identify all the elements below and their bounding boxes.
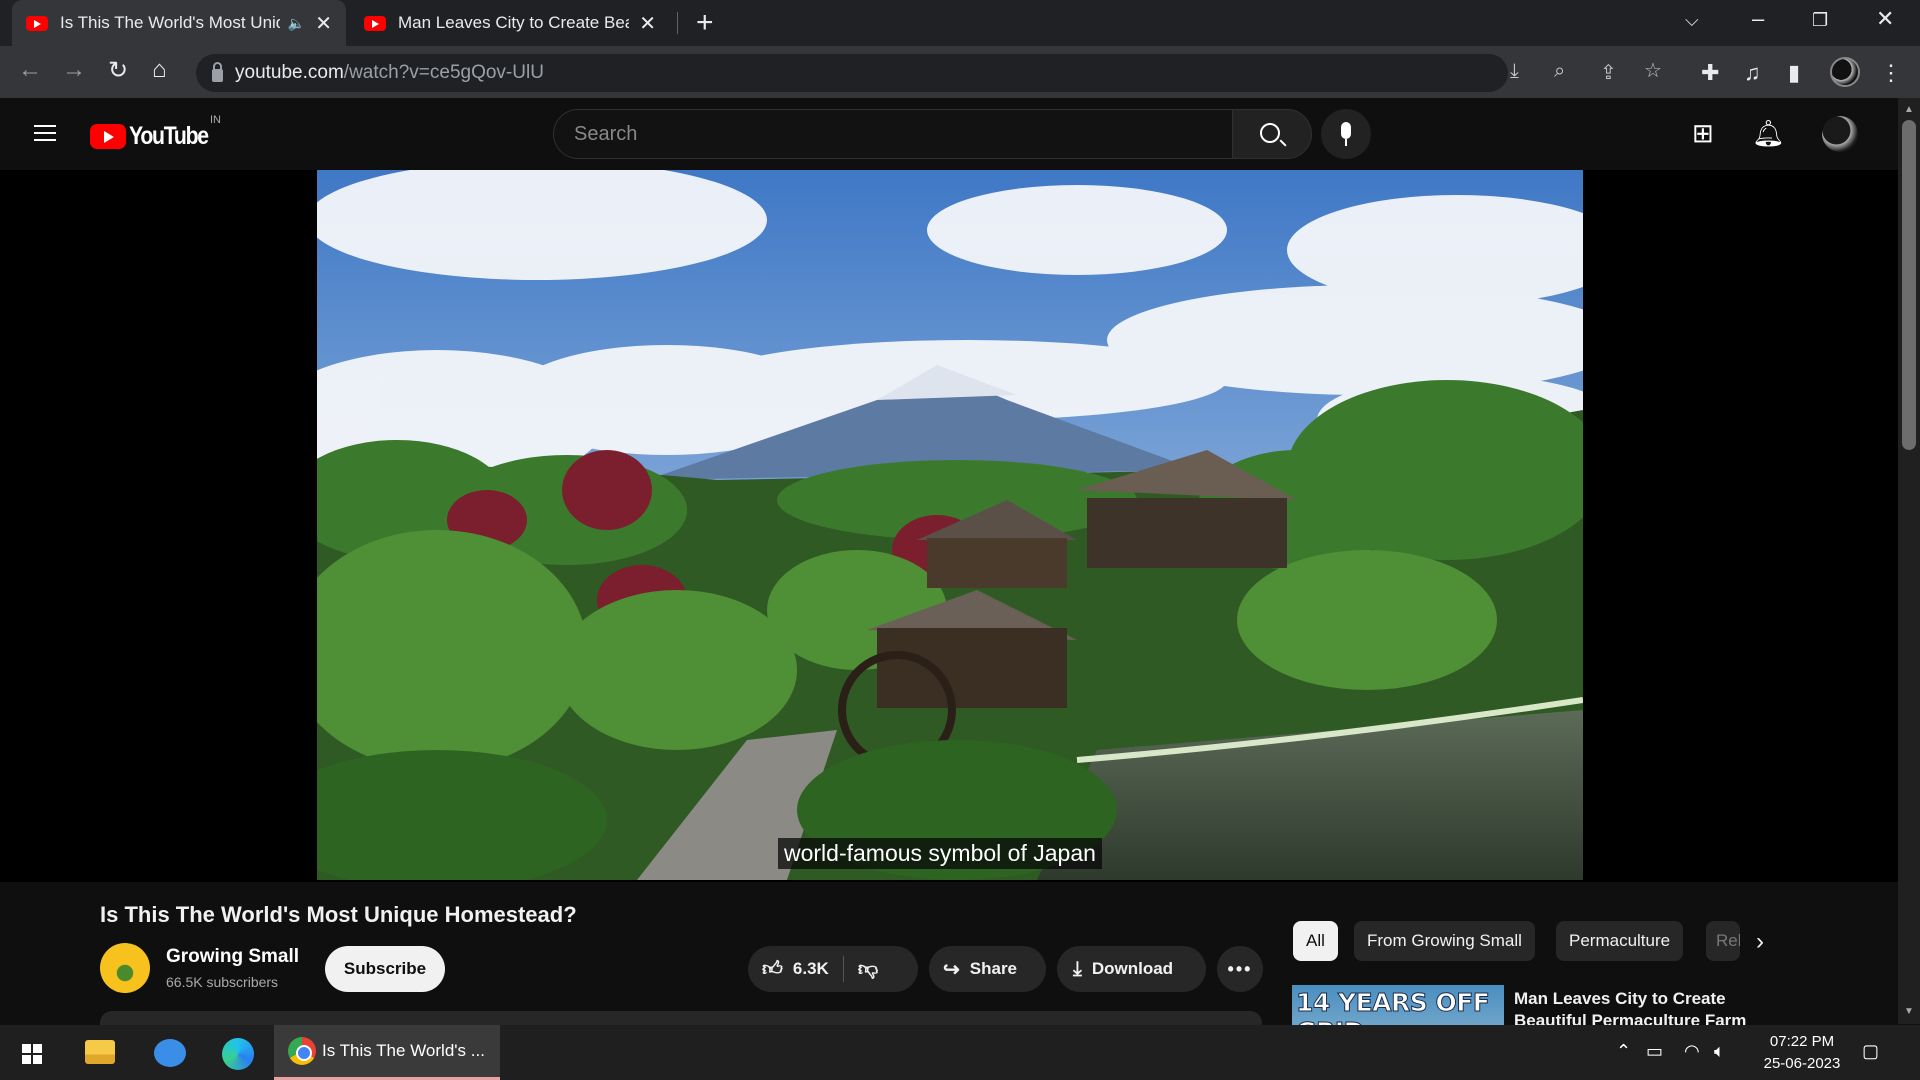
like-separator — [842, 956, 844, 982]
browser-menu-icon[interactable]: ⋮ — [1880, 60, 1902, 86]
channel-name[interactable]: Growing Small — [166, 946, 299, 968]
tab-inactive[interactable]: Man Leaves City to Create Beautiful Perm… — [350, 0, 670, 46]
tab-active[interactable]: Is This The World's Most Unique Homestea… — [12, 0, 346, 46]
browser-profile-avatar[interactable] — [1830, 57, 1860, 87]
mail-app-icon[interactable] — [154, 1039, 186, 1067]
scroll-up-icon[interactable]: ▲ — [1904, 104, 1914, 115]
tab-title: Is This The World's Most Unique Homestea… — [60, 13, 280, 32]
more-actions-icon[interactable]: ••• — [1217, 946, 1263, 992]
share-button[interactable]: ↪ Share — [929, 946, 1046, 992]
chip-permaculture[interactable]: Permaculture — [1556, 921, 1684, 961]
address-bar[interactable]: youtube.com/watch?v=ce5gQov-UlU — [196, 54, 1508, 92]
lock-icon — [212, 61, 223, 82]
back-icon[interactable]: ← — [18, 56, 42, 84]
tab-close-icon[interactable]: ✕ — [315, 11, 332, 36]
tab-separator — [677, 12, 678, 34]
like-button[interactable]: 👍︎ 6.3K — [748, 957, 829, 981]
share-icon: ↪ — [943, 958, 960, 981]
search-button[interactable] — [1232, 109, 1312, 159]
download-icon: ⤓ — [1073, 957, 1082, 980]
tab-close-icon[interactable]: ✕ — [639, 11, 656, 36]
volume-icon[interactable]: 🔈︎ — [1714, 1041, 1725, 1062]
menu-icon[interactable] — [34, 125, 56, 141]
download-label: Download — [1091, 959, 1174, 978]
tab-search-icon[interactable]: ⌵ — [1685, 10, 1699, 31]
url-path: /watch?v=ce5gQov-UlU — [343, 62, 544, 83]
scrollbar-thumb[interactable] — [1902, 120, 1916, 450]
country-code: IN — [210, 114, 221, 126]
subscriber-count: 66.5K subscribers — [166, 974, 279, 990]
share-label: Share — [969, 959, 1018, 978]
thumbnail-text: 14 YEARS OFF GRID — [1296, 988, 1491, 1026]
battery-icon[interactable]: ▭ — [1646, 1041, 1663, 1062]
video-title: Is This The World's Most Unique Homestea… — [100, 902, 577, 927]
thumbs-up-icon: 👍︎ — [762, 958, 783, 980]
recommendation-thumbnail[interactable]: 14 YEARS OFF GRID — [1292, 985, 1504, 1025]
recommendation-title[interactable]: Man Leaves City to Create Beautiful Perm… — [1514, 988, 1754, 1025]
like-dislike-group: 👍︎ 6.3K 👎︎ — [748, 946, 918, 992]
search-icon — [1260, 123, 1280, 143]
youtube-favicon-icon — [26, 15, 48, 31]
clock-date: 25-06-2023 — [1763, 1055, 1841, 1072]
extensions-icon[interactable]: ✚ — [1701, 60, 1719, 86]
forward-icon[interactable]: → — [62, 56, 86, 84]
scroll-down-icon[interactable]: ▼ — [1904, 1006, 1914, 1017]
video-player[interactable] — [317, 170, 1583, 880]
chrome-icon — [288, 1037, 316, 1065]
youtube-favicon-icon — [364, 15, 386, 31]
video-caption: world-famous symbol of Japan — [778, 838, 1102, 869]
create-video-icon[interactable]: ⊞ — [1692, 118, 1714, 149]
browser-tab-bar: Is This The World's Most Unique Homestea… — [0, 0, 1920, 46]
url-host: youtube.com — [235, 62, 344, 83]
tab-title: Man Leaves City to Create Beautiful Perm… — [398, 13, 629, 32]
bookmark-star-icon[interactable]: ☆ — [1644, 58, 1662, 83]
download-button[interactable]: ⤓ Download — [1057, 946, 1206, 992]
file-explorer-icon[interactable] — [85, 1040, 115, 1064]
account-avatar[interactable] — [1822, 116, 1858, 152]
chip-related[interactable]: Related — [1706, 921, 1740, 961]
dislike-button[interactable]: 👎︎ — [858, 957, 878, 981]
voice-search-button[interactable] — [1321, 109, 1371, 159]
zoom-icon[interactable]: ⌕ — [1554, 60, 1565, 83]
speaker-icon[interactable]: 🔈 — [288, 15, 305, 32]
new-tab-icon[interactable]: + — [696, 6, 714, 40]
video-frame — [317, 170, 1583, 880]
windows-start-icon[interactable] — [22, 1044, 42, 1064]
windows-taskbar: Is This The World's ... ⌃ ▭ ◠ 🔈︎ 07:22 P… — [0, 1025, 1920, 1080]
install-app-icon[interactable]: ⤓ — [1510, 60, 1519, 83]
youtube-header: YouTube IN Search ⊞ 🔔︎ — [0, 98, 1920, 170]
media-control-icon[interactable]: ♫ — [1744, 60, 1761, 86]
home-icon[interactable]: ⌂ — [152, 56, 167, 84]
page-scrollbar[interactable]: ▲ ▼ — [1898, 98, 1920, 1024]
youtube-logo-text: YouTube — [129, 122, 209, 150]
edge-browser-icon[interactable] — [222, 1038, 254, 1070]
youtube-logo[interactable]: YouTube IN — [90, 114, 222, 151]
browser-toolbar: ← → ↻ ⌂ youtube.com/watch?v=ce5gQov-UlU — [0, 46, 1920, 98]
chip-all[interactable]: All — [1293, 921, 1338, 961]
share-page-icon[interactable]: ⇪ — [1600, 60, 1617, 85]
chip-from-growing-small[interactable]: From Growing Small — [1354, 921, 1535, 961]
chevron-right-icon[interactable]: › — [1756, 928, 1764, 956]
notifications-icon[interactable]: 🔔︎ — [1752, 118, 1785, 149]
system-clock[interactable]: 07:22 PM 25-06-2023 — [1752, 1031, 1852, 1075]
description-box[interactable] — [100, 1011, 1262, 1025]
close-window-icon[interactable]: ✕ — [1876, 6, 1894, 32]
wifi-icon[interactable]: ◠ — [1684, 1041, 1700, 1062]
youtube-play-icon — [90, 124, 126, 149]
side-panel-icon[interactable]: ▮ — [1788, 60, 1800, 86]
minimize-icon[interactable]: – — [1752, 6, 1764, 32]
show-hidden-icons-icon[interactable]: ⌃ — [1616, 1041, 1631, 1062]
channel-avatar[interactable] — [100, 943, 150, 993]
reload-icon[interactable]: ↻ — [108, 56, 128, 85]
restore-icon[interactable]: ❐ — [1812, 10, 1828, 31]
search-input[interactable]: Search — [553, 109, 1233, 159]
taskbar-chrome-window[interactable]: Is This The World's ... — [274, 1025, 500, 1080]
clock-time: 07:22 PM — [1769, 1033, 1835, 1050]
subscribe-button[interactable]: Subscribe — [325, 946, 445, 992]
notification-center-icon[interactable]: ▢ — [1862, 1041, 1879, 1062]
taskbar-window-title: Is This The World's ... — [322, 1041, 485, 1060]
like-count: 6.3K — [792, 959, 829, 978]
